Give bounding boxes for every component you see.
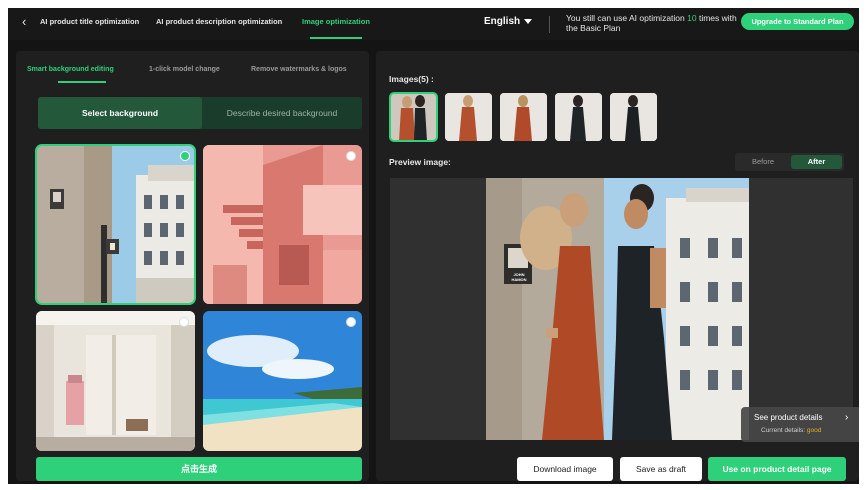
usage-count: 10	[687, 13, 697, 23]
images-count-label: Images(5) :	[389, 74, 434, 84]
thumbnail-image	[500, 93, 547, 141]
divider	[549, 16, 550, 33]
thumbnail-black-dress-back[interactable]	[610, 93, 657, 141]
generate-button[interactable]: 点击生成	[36, 457, 362, 481]
unselected-radio-icon	[346, 317, 356, 327]
active-subtab-indicator	[58, 81, 106, 83]
active-tab-indicator	[310, 37, 362, 39]
top-bar: ‹ AI product title optimization AI produ…	[8, 8, 859, 40]
language-select[interactable]: English	[484, 16, 520, 27]
thumbnail-red-dress-back[interactable]	[500, 93, 547, 141]
usage-notice: You still can use AI optimization 10 tim…	[566, 13, 737, 33]
beach-image	[203, 311, 362, 451]
preview-panel: Images(5) : Preview image: Before After …	[376, 51, 859, 481]
thumbnail-red-dress-front[interactable]	[445, 93, 492, 141]
chevron-right-icon: ›	[845, 412, 849, 423]
details-title: See product details	[754, 413, 823, 422]
subtab-remove-watermarks[interactable]: Remove watermarks & logos	[251, 66, 347, 73]
unselected-radio-icon	[346, 151, 356, 161]
tab-title-optimization[interactable]: AI product title optimization	[40, 17, 139, 26]
tab-description-optimization[interactable]: AI product description optimization	[156, 17, 282, 26]
pink-architecture-image	[203, 145, 362, 304]
caret-down-icon[interactable]	[524, 19, 532, 24]
background-option-shop-interior[interactable]	[36, 311, 195, 451]
thumbnail-image	[390, 93, 437, 141]
background-option-paris-street[interactable]	[35, 144, 196, 305]
background-panel: Smart background editing 1-click model c…	[16, 51, 369, 481]
save-as-draft-button[interactable]: Save as draft	[620, 457, 702, 481]
after-option[interactable]: After	[791, 155, 842, 169]
details-status-value: good	[806, 427, 822, 434]
select-background-option[interactable]: Select background	[38, 97, 202, 129]
upgrade-button[interactable]: Upgrade to Standard Plan	[741, 13, 854, 30]
before-option[interactable]: Before	[737, 155, 789, 169]
product-details-card[interactable]: See product details › Current details: g…	[741, 407, 859, 442]
paris-street-image	[36, 145, 195, 304]
subtab-smart-background[interactable]: Smart background editing	[27, 66, 114, 73]
background-option-pink-architecture[interactable]	[203, 145, 362, 304]
thumbnail-black-dress-front[interactable]	[555, 93, 602, 141]
preview-image: JOHN HAMON	[486, 178, 749, 440]
preview-photo	[486, 178, 749, 440]
preview-label: Preview image:	[389, 157, 451, 167]
describe-background-option[interactable]: Describe desired background	[202, 97, 362, 129]
thumbnail-two-models[interactable]	[389, 92, 438, 142]
background-option-beach[interactable]	[203, 311, 362, 451]
details-status: Current details: good	[761, 427, 822, 434]
poster-text: JOHN HAMON	[511, 272, 527, 282]
shop-interior-image	[36, 311, 195, 451]
back-chevron-icon[interactable]: ‹	[22, 14, 26, 29]
subtab-model-change[interactable]: 1-click model change	[149, 66, 220, 73]
use-on-product-page-button[interactable]: Use on product detail page	[708, 457, 846, 481]
thumbnail-image	[555, 93, 602, 141]
app-window: ‹ AI product title optimization AI produ…	[8, 8, 859, 484]
tab-image-optimization[interactable]: Image optimization	[302, 17, 370, 26]
thumbnail-image	[445, 93, 492, 141]
thumbnail-image	[610, 93, 657, 141]
download-image-button[interactable]: Download image	[517, 457, 613, 481]
unselected-radio-icon	[179, 317, 189, 327]
selected-radio-icon	[180, 151, 190, 161]
